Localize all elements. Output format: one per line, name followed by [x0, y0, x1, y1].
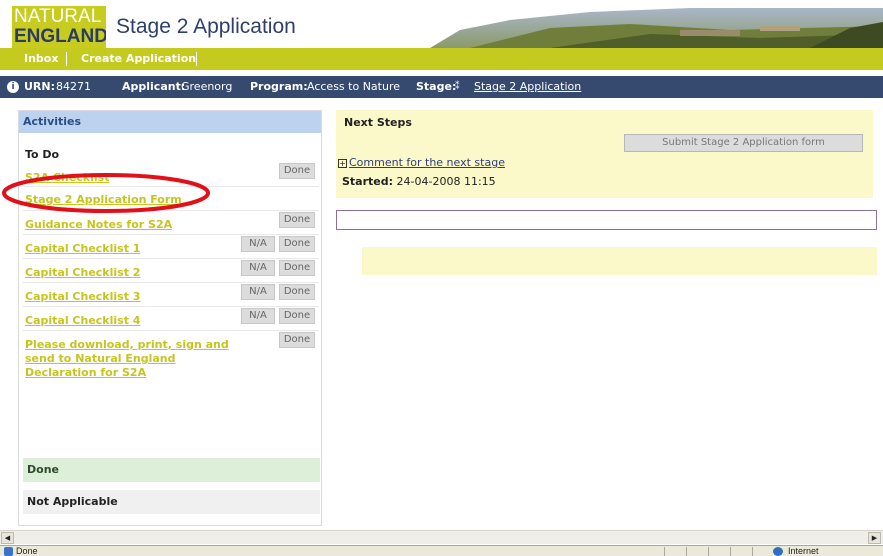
activity-row: Capital Checklist 3 N/A Done [23, 283, 319, 307]
comment-toggle-row: + Comment for the next stage [338, 156, 505, 169]
internet-zone-icon [773, 547, 783, 556]
nav-separator [196, 52, 197, 66]
done-button[interactable]: Done [279, 284, 315, 300]
page-done-icon [4, 547, 13, 556]
activity-row: Capital Checklist 2 N/A Done [23, 259, 319, 283]
activity-link-capital-checklist-4[interactable]: Capital Checklist 4 [25, 314, 140, 327]
done-section-header: Done [23, 458, 320, 482]
done-button[interactable]: Done [279, 163, 315, 179]
activity-link-declaration-line2[interactable]: send to Natural England [25, 352, 175, 365]
activity-row: Guidance Notes for S2A Done [23, 211, 319, 235]
started-row: Started: 24-04-2008 11:15 [342, 175, 496, 188]
application-info-bar: i URN: 84271 Applicant: Greenorg Program… [0, 76, 883, 98]
done-button[interactable]: Done [279, 332, 315, 348]
activity-link-s2a-checklist[interactable]: S2A Checklist [25, 171, 109, 184]
browser-status-bar: Done Internet [0, 545, 883, 556]
activity-link-declaration-line3[interactable]: Declaration for S2A [25, 366, 146, 379]
activity-row: Capital Checklist 4 N/A Done [23, 307, 319, 331]
not-applicable-section-header: Not Applicable [23, 490, 320, 514]
activity-link-capital-checklist-1[interactable]: Capital Checklist 1 [25, 242, 140, 255]
scroll-left-icon[interactable]: ◀ [1, 532, 14, 544]
submit-stage2-button[interactable]: Submit Stage 2 Application form [624, 134, 863, 152]
activity-link-stage2-application-form[interactable]: Stage 2 Application Form [25, 193, 182, 206]
app-header: NATURAL ENGLAND Stage 2 Application [0, 0, 883, 48]
tab-inbox[interactable]: Inbox [16, 48, 66, 70]
done-button[interactable]: Done [279, 236, 315, 252]
status-cell [730, 547, 748, 556]
stage-label: Stage: [416, 80, 457, 93]
activity-row: Capital Checklist 1 N/A Done [23, 235, 319, 259]
horizontal-scrollbar[interactable]: ◀ ▶ [0, 530, 883, 544]
na-button[interactable]: N/A [241, 308, 275, 324]
countryside-banner-image [430, 8, 883, 48]
activity-link-capital-checklist-3[interactable]: Capital Checklist 3 [25, 290, 140, 303]
comment-area-frame [336, 210, 877, 230]
activities-panel: Activities To Do S2A Checklist Done Stag… [18, 110, 322, 526]
program-label: Program: [250, 80, 308, 93]
activity-link-guidance-notes[interactable]: Guidance Notes for S2A [25, 218, 172, 231]
status-cell [686, 547, 704, 556]
applicant-value: Greenorg [181, 80, 233, 93]
na-button[interactable]: N/A [241, 260, 275, 276]
activity-row: Please download, print, sign and send to… [23, 331, 319, 383]
activity-link-capital-checklist-2[interactable]: Capital Checklist 2 [25, 266, 140, 279]
started-label: Started: [342, 175, 394, 188]
urn-label: URN: [24, 80, 56, 93]
status-cell [708, 547, 726, 556]
natural-england-logo: NATURAL ENGLAND [12, 6, 106, 48]
tab-create-application[interactable]: Create Application [73, 48, 204, 70]
done-button[interactable]: Done [279, 212, 315, 228]
stage-link[interactable]: Stage 2 Application [474, 76, 581, 98]
info-icon: i [7, 81, 19, 93]
nav-bar: Inbox Create Application [0, 48, 883, 70]
activity-link-declaration-line1[interactable]: Please download, print, sign and [25, 338, 229, 351]
na-button[interactable]: N/A [241, 284, 275, 300]
security-zone-text: Internet [788, 546, 819, 556]
status-cell [664, 547, 682, 556]
content-placeholder-bar [362, 247, 877, 275]
done-button[interactable]: Done [279, 308, 315, 324]
activities-header: Activities [19, 111, 321, 133]
program-value: Access to Nature [307, 80, 400, 93]
page-title: Stage 2 Application [116, 15, 296, 38]
todo-title: To Do [25, 148, 60, 161]
next-steps-title: Next Steps [344, 116, 412, 129]
logo-line2: ENGLAND [14, 26, 106, 47]
urn-value: 84271 [56, 80, 91, 93]
next-steps-panel: Next Steps Submit Stage 2 Application fo… [336, 110, 873, 198]
applicant-label: Applicant: [122, 80, 186, 93]
stage-bullet-icon: ⁑ [455, 82, 460, 92]
nav-separator [66, 52, 67, 66]
activity-row: S2A Checklist Done [23, 163, 319, 187]
comment-link[interactable]: Comment for the next stage [349, 156, 505, 169]
scroll-right-icon[interactable]: ▶ [868, 532, 881, 544]
logo-line1: NATURAL [14, 6, 102, 27]
status-text: Done [16, 546, 38, 556]
activity-row: Stage 2 Application Form [23, 187, 319, 211]
status-cell [752, 547, 770, 556]
expand-plus-icon[interactable]: + [338, 159, 347, 168]
na-button[interactable]: N/A [241, 236, 275, 252]
started-value: 24-04-2008 11:15 [396, 175, 496, 188]
done-button[interactable]: Done [279, 260, 315, 276]
